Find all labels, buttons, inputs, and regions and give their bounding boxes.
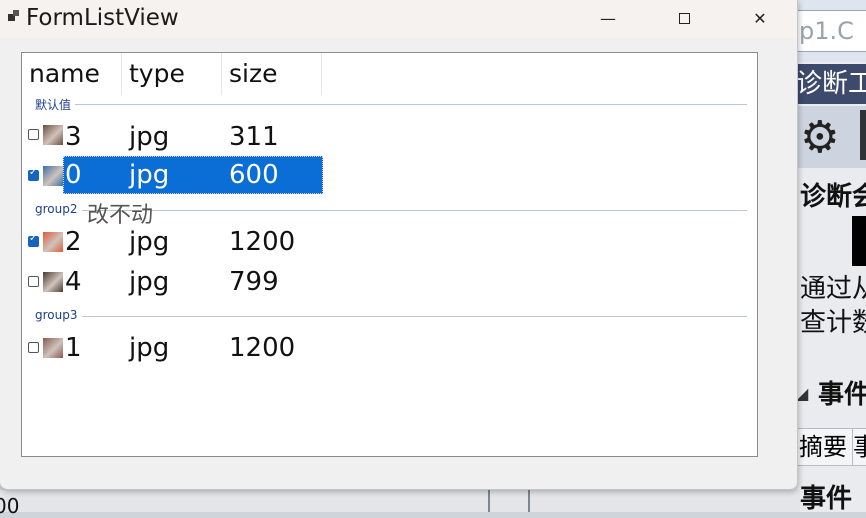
background-tab-next[interactable]: 事	[852, 428, 866, 466]
maximize-icon	[678, 12, 690, 24]
app-icon	[8, 10, 20, 22]
thumbnail-image	[43, 338, 63, 358]
cell-size: 1200	[229, 333, 296, 363]
edit-hint-text: 改不动	[87, 203, 154, 228]
background-black-box	[852, 216, 866, 266]
background-tab-label: p1.C	[799, 17, 854, 45]
window-title: FormListView	[26, 5, 179, 31]
cell-size: 1200	[229, 227, 296, 257]
row-checkbox[interactable]	[28, 276, 39, 287]
minimize-button[interactable]: —	[585, 0, 631, 36]
close-icon: ✕	[753, 8, 767, 28]
list-item[interactable]: 1 jpg 1200	[22, 329, 757, 367]
cell-name: 3	[65, 122, 82, 152]
thumbnail-image	[43, 166, 63, 186]
column-header-size[interactable]: size	[222, 53, 322, 95]
background-tab[interactable]: p1.C	[796, 10, 866, 52]
list-view[interactable]: name type size 默认值 3 jpg 311 0 jpg 600 g…	[21, 52, 758, 457]
cell-type: jpg	[129, 160, 170, 190]
background-event-header: 事件	[818, 380, 866, 410]
group-label: group2	[35, 202, 82, 216]
background-line-2: 查计数	[800, 308, 866, 338]
thumbnail-image	[43, 232, 63, 252]
cell-type: jpg	[129, 267, 170, 297]
group-label: group3	[35, 308, 82, 322]
background-event-footer: 事件	[800, 484, 853, 514]
cell-type: jpg	[129, 333, 170, 363]
background-line-1: 通过从	[800, 274, 866, 304]
minimize-icon: —	[600, 8, 616, 28]
column-header-type[interactable]: type	[122, 53, 222, 95]
row-checkbox[interactable]	[28, 342, 39, 353]
background-marker	[860, 110, 866, 160]
column-header-name[interactable]: name	[22, 53, 122, 95]
group-header[interactable]: 默认值	[22, 96, 757, 113]
list-item[interactable]: 3 jpg 311	[22, 118, 757, 156]
cell-name: 0	[65, 160, 82, 190]
cell-type: jpg	[129, 122, 170, 152]
row-checkbox[interactable]	[28, 129, 39, 140]
thumbnail-image	[43, 125, 63, 145]
cell-size: 311	[229, 122, 279, 152]
cell-name: 4	[65, 267, 82, 297]
gear-icon[interactable]: ⚙	[800, 112, 839, 163]
background-bottom-strip: 00	[0, 490, 800, 518]
group-header[interactable]: group3	[22, 308, 757, 324]
form-window: FormListView — ✕ name type size 默认值 3 jp…	[0, 0, 798, 490]
cell-size: 600	[229, 160, 279, 190]
cell-name: 1	[65, 333, 82, 363]
background-title-band: 诊断工	[790, 64, 866, 104]
background-section-title: 诊断会	[800, 182, 866, 212]
selection-highlight	[63, 156, 323, 194]
thumbnail-image	[43, 272, 63, 292]
row-checkbox[interactable]	[28, 233, 39, 247]
group-divider	[35, 104, 747, 105]
group-divider	[35, 316, 747, 317]
cell-size: 799	[229, 267, 279, 297]
row-checkbox[interactable]	[28, 167, 39, 181]
cell-name: 2	[65, 227, 82, 257]
background-tab-summary[interactable]: 摘要	[796, 428, 854, 466]
list-item[interactable]: 4 jpg 799	[22, 263, 757, 301]
maximize-button[interactable]	[661, 0, 707, 36]
group-label: 默认值	[35, 96, 76, 113]
title-bar[interactable]: FormListView — ✕	[0, 0, 797, 38]
list-item[interactable]: 0 jpg 600	[22, 156, 757, 194]
close-button[interactable]: ✕	[737, 0, 783, 36]
